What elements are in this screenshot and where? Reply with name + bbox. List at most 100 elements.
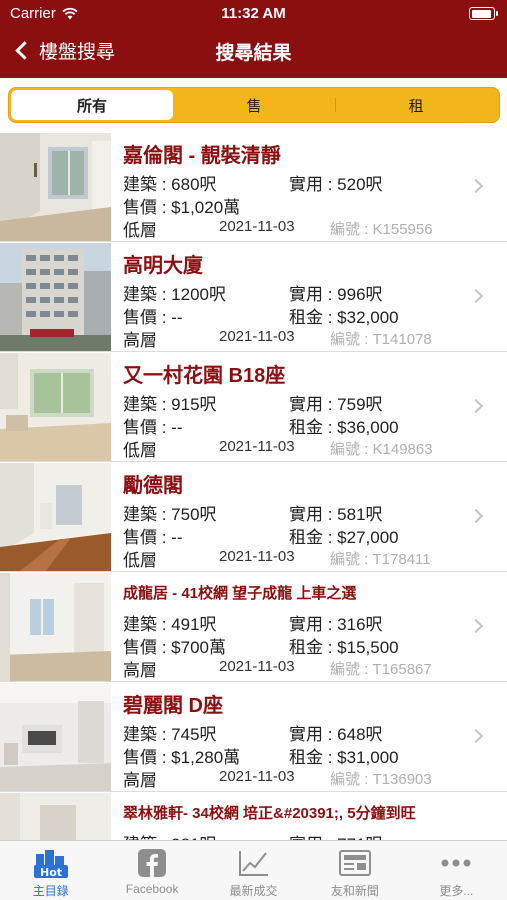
net-area: 實用 : 581呎 <box>289 505 383 524</box>
sale-price: 售價 : $700萬 <box>123 638 226 657</box>
rent-price: 租金 : $15,500 <box>289 638 399 657</box>
net-area: 實用 : 648呎 <box>289 725 383 744</box>
listing-date: 2021-11-03 <box>219 548 295 565</box>
rent-price: 租金 : $36,000 <box>289 418 399 437</box>
app-screen: Carrier 11:32 AM 樓盤搜尋 搜尋結果 所有 售 租 嘉倫閣 - … <box>0 0 507 900</box>
floor-level: 高層 <box>123 331 157 350</box>
battery-icon <box>469 7 498 20</box>
top-bar: Carrier 11:32 AM 樓盤搜尋 搜尋結果 <box>0 0 507 78</box>
rent-price: 租金 : $27,000 <box>289 528 399 547</box>
segment-rent[interactable]: 租 <box>335 90 497 120</box>
sale-price: 售價 : -- <box>123 418 183 437</box>
floor-level: 高層 <box>123 771 157 790</box>
listing-photo <box>0 573 111 681</box>
listing-title: 成龍居 - 41校網 望子成龍 上車之選 <box>123 585 357 602</box>
listing-row[interactable]: 又一村花園 B18座 建築 : 915呎 實用 : 759呎 售價 : -- 租… <box>0 352 507 462</box>
gross-area: 建築 : 491呎 <box>123 615 217 634</box>
listing-row[interactable]: 高明大廈 建築 : 1200呎 實用 : 996呎 售價 : -- 租金 : $… <box>0 242 507 352</box>
facebook-icon <box>138 849 167 877</box>
navigation-bar: 樓盤搜尋 搜尋結果 <box>0 30 507 74</box>
tab-bar: Hot 主目錄 Facebook 最新成交 友和新聞 更多... <box>0 840 507 900</box>
listing-code: 編號 : K155956 <box>330 221 433 238</box>
listing-title: 勵德閣 <box>123 475 183 497</box>
tab-latest-transactions-label: 最新成交 <box>229 884 278 898</box>
sale-price: 售價 : $1,020萬 <box>123 198 241 217</box>
listing-title: 高明大廈 <box>123 255 203 277</box>
listing-row[interactable]: 嘉倫閣 - 靚裝清靜 建築 : 680呎 實用 : 520呎 售價 : $1,0… <box>0 132 507 242</box>
chevron-right-icon <box>468 178 484 194</box>
tab-news[interactable]: 友和新聞 <box>304 841 405 900</box>
gross-area: 建築 : 915呎 <box>123 395 217 414</box>
listing-title: 嘉倫閣 - 靚裝清靜 <box>123 145 281 167</box>
listing-date: 2021-11-03 <box>219 328 295 345</box>
floor-level: 高層 <box>123 661 157 680</box>
tab-home[interactable]: Hot 主目錄 <box>0 841 101 900</box>
listing-row[interactable]: 翠林雅軒- 34校網 培正&#20391;, 5分鐘到旺 建築 : 981呎 實… <box>0 792 507 840</box>
floor-level: 低層 <box>123 441 157 460</box>
gross-area: 建築 : 745呎 <box>123 725 217 744</box>
net-area: 實用 : 759呎 <box>289 395 383 414</box>
tab-more[interactable]: 更多... <box>406 841 507 900</box>
floor-level: 低層 <box>123 551 157 570</box>
sale-price: 售價 : -- <box>123 308 183 327</box>
listing-photo <box>0 463 111 571</box>
tab-home-label: 主目錄 <box>32 884 69 898</box>
status-time: 11:32 AM <box>221 5 286 22</box>
listing-date: 2021-11-03 <box>219 768 295 785</box>
page-title: 搜尋結果 <box>215 43 292 64</box>
listing-title: 又一村花園 B18座 <box>123 365 286 387</box>
sale-price: 售價 : $1,280萬 <box>123 748 241 767</box>
listing-row[interactable]: 碧麗閣 D座 建築 : 745呎 實用 : 648呎 售價 : $1,280萬 … <box>0 682 507 792</box>
listing-code: 編號 : T165867 <box>330 661 432 678</box>
listing-photo <box>0 683 111 791</box>
listing-date: 2021-11-03 <box>219 658 295 675</box>
sale-rent-segmented-control: 所有 售 租 <box>8 87 500 123</box>
chevron-right-icon <box>468 728 484 744</box>
segment-all[interactable]: 所有 <box>11 90 173 120</box>
news-icon <box>338 850 371 876</box>
gross-area: 建築 : 1200呎 <box>123 285 226 304</box>
listing-code: 編號 : T136903 <box>330 771 432 788</box>
gross-area: 建築 : 680呎 <box>123 175 217 194</box>
svg-text:Hot: Hot <box>40 866 62 878</box>
more-dots-icon <box>441 859 471 867</box>
listing-code: 編號 : K149863 <box>330 441 433 458</box>
listing-photo <box>0 353 111 461</box>
tab-latest-transactions[interactable]: 最新成交 <box>203 841 304 900</box>
chevron-right-icon <box>468 618 484 634</box>
listing-photo <box>0 133 111 241</box>
net-area: 實用 : 771呎 <box>289 830 383 840</box>
tab-more-label: 更多... <box>439 884 474 898</box>
listing-date: 2021-11-03 <box>219 438 295 455</box>
gross-area: 建築 : 981呎 <box>123 830 217 840</box>
listing-photo <box>0 243 111 351</box>
chevron-right-icon <box>468 508 484 524</box>
status-bar: Carrier 11:32 AM <box>0 0 507 28</box>
listing-title: 翠林雅軒- 34校網 培正&#20391;, 5分鐘到旺 <box>123 805 416 822</box>
listing-list[interactable]: 嘉倫閣 - 靚裝清靜 建築 : 680呎 實用 : 520呎 售價 : $1,0… <box>0 132 507 840</box>
net-area: 實用 : 520呎 <box>289 175 383 194</box>
net-area: 實用 : 996呎 <box>289 285 383 304</box>
rent-price: 租金 : $31,000 <box>289 748 399 767</box>
listing-code: 編號 : T141078 <box>330 331 432 348</box>
tab-facebook-label: Facebook <box>125 882 179 896</box>
rent-price: 租金 : $32,000 <box>289 308 399 327</box>
listing-photo <box>0 793 111 840</box>
filter-bar: 所有 售 租 <box>0 78 507 132</box>
listing-code: 編號 : T178411 <box>330 551 431 568</box>
listing-date: 2021-11-03 <box>219 218 295 235</box>
tab-news-label: 友和新聞 <box>330 884 379 898</box>
segment-sale[interactable]: 售 <box>173 90 335 120</box>
hot-buildings-icon: Hot <box>33 850 68 878</box>
floor-level: 低層 <box>123 221 157 240</box>
chevron-right-icon <box>468 288 484 304</box>
net-area: 實用 : 316呎 <box>289 615 383 634</box>
gross-area: 建築 : 750呎 <box>123 505 217 524</box>
chevron-right-icon <box>468 398 484 414</box>
sale-price: 售價 : -- <box>123 528 183 547</box>
line-chart-icon <box>238 851 268 876</box>
listing-row[interactable]: 成龍居 - 41校網 望子成龍 上車之選 建築 : 491呎 實用 : 316呎… <box>0 572 507 682</box>
tab-facebook[interactable]: Facebook <box>101 841 202 900</box>
listing-row[interactable]: 勵德閣 建築 : 750呎 實用 : 581呎 售價 : -- 租金 : $27… <box>0 462 507 572</box>
listing-title: 碧麗閣 D座 <box>123 695 223 717</box>
